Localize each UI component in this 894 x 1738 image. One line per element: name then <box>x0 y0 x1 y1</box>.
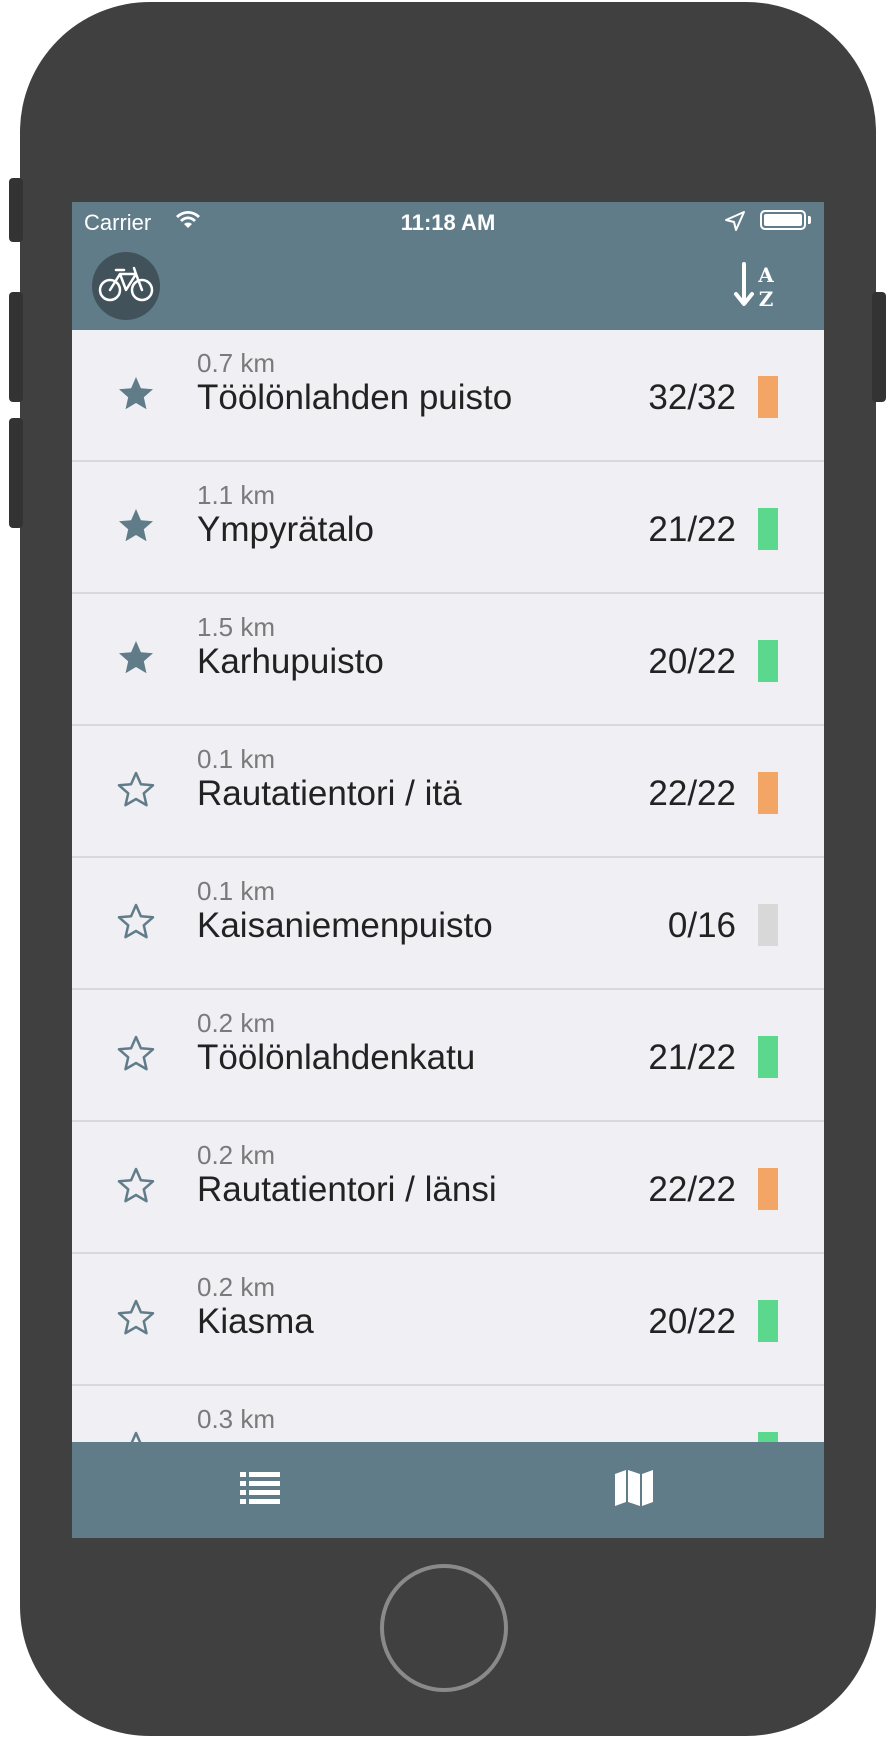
station-count: 20/22 <box>648 1302 736 1341</box>
station-distance: 1.1 km <box>197 480 276 510</box>
station-row[interactable]: 0.7 km Töölönlahden puisto 32/32 <box>72 330 824 462</box>
station-name: Kaisaniemenpuisto <box>197 906 493 945</box>
station-row[interactable]: 1.5 km Karhupuisto 20/22 <box>72 594 824 726</box>
bicycle-button[interactable] <box>92 252 160 320</box>
home-button[interactable] <box>380 1564 508 1692</box>
station-count: 22/22 <box>648 1170 736 1209</box>
bicycle-icon <box>98 264 154 309</box>
star-outline-icon[interactable] <box>116 1298 156 1338</box>
station-count: 21/22 <box>648 510 736 549</box>
availability-indicator <box>758 904 778 946</box>
availability-indicator <box>758 508 778 550</box>
tab-bar <box>72 1442 824 1538</box>
station-count: 20/22 <box>648 642 736 681</box>
tab-list[interactable] <box>240 1470 280 1506</box>
sort-button[interactable]: A Z <box>732 262 782 311</box>
availability-indicator <box>758 772 778 814</box>
mute-switch <box>9 178 23 242</box>
volume-up-button <box>9 292 23 402</box>
station-row[interactable]: 1.1 km Ympyrätalo 21/22 <box>72 462 824 594</box>
power-button <box>872 292 886 402</box>
station-distance: 0.3 km <box>197 1404 276 1434</box>
star-outline-icon[interactable] <box>116 1034 156 1074</box>
location-arrow-icon <box>724 210 746 238</box>
star-outline-icon[interactable] <box>116 902 156 942</box>
station-count: 21/22 <box>648 1038 736 1077</box>
station-row[interactable]: 0.1 km Rautatientori / itä 22/22 <box>72 726 824 858</box>
star-outline-icon[interactable] <box>116 770 156 810</box>
volume-down-button <box>9 418 23 528</box>
station-row[interactable]: 0.3 km <box>72 1386 824 1442</box>
station-name: Ympyrätalo <box>197 510 375 549</box>
availability-indicator <box>758 1036 778 1078</box>
sort-alpha-icon: A Z <box>732 262 782 314</box>
station-row[interactable]: 0.2 km Töölönlahdenkatu 21/22 <box>72 990 824 1122</box>
station-count: 32/32 <box>648 378 736 417</box>
tab-map[interactable] <box>614 1468 654 1508</box>
availability-indicator <box>758 376 778 418</box>
battery-tip <box>808 216 811 224</box>
station-list[interactable]: 0.7 km Töölönlahden puisto 32/32 1.1 km … <box>72 330 824 1442</box>
star-outline-icon[interactable] <box>116 1166 156 1206</box>
availability-indicator <box>758 1300 778 1342</box>
list-icon <box>240 1472 280 1510</box>
station-name: Töölönlahdenkatu <box>197 1038 476 1077</box>
status-bar: Carrier 11:18 AM <box>72 202 824 242</box>
availability-indicator <box>758 640 778 682</box>
station-distance: 1.5 km <box>197 612 276 642</box>
star-filled-icon[interactable] <box>116 374 156 414</box>
sort-letter-a: A <box>757 263 774 287</box>
station-distance: 0.2 km <box>197 1008 276 1038</box>
station-count: 0/16 <box>667 906 736 945</box>
station-row[interactable]: 0.2 km Kiasma 20/22 <box>72 1254 824 1386</box>
station-distance: 0.2 km <box>197 1140 276 1170</box>
sort-letter-z: Z <box>759 287 774 310</box>
station-name: Kiasma <box>197 1302 314 1341</box>
availability-indicator <box>758 1168 778 1210</box>
availability-indicator <box>758 1432 778 1442</box>
station-name: Rautatientori / länsi <box>197 1170 497 1209</box>
station-name: Karhupuisto <box>197 642 384 681</box>
station-row[interactable]: 0.2 km Rautatientori / länsi 22/22 <box>72 1122 824 1254</box>
station-distance: 0.1 km <box>197 876 276 906</box>
station-distance: 0.2 km <box>197 1272 276 1302</box>
star-outline-icon[interactable] <box>116 1430 156 1442</box>
nav-bar: A Z <box>72 242 824 330</box>
station-name: Töölönlahden puisto <box>197 378 513 417</box>
station-distance: 0.7 km <box>197 348 276 378</box>
station-distance: 0.1 km <box>197 744 276 774</box>
station-name: Rautatientori / itä <box>197 774 462 813</box>
station-row[interactable]: 0.1 km Kaisaniemenpuisto 0/16 <box>72 858 824 990</box>
map-icon <box>614 1470 654 1512</box>
status-time: 11:18 AM <box>400 210 496 235</box>
app-screen: Carrier 11:18 AM A Z 0.7 km Töölönlahden… <box>72 202 824 1538</box>
star-filled-icon[interactable] <box>116 506 156 546</box>
battery-icon <box>760 210 806 230</box>
star-filled-icon[interactable] <box>116 638 156 678</box>
station-count: 22/22 <box>648 774 736 813</box>
